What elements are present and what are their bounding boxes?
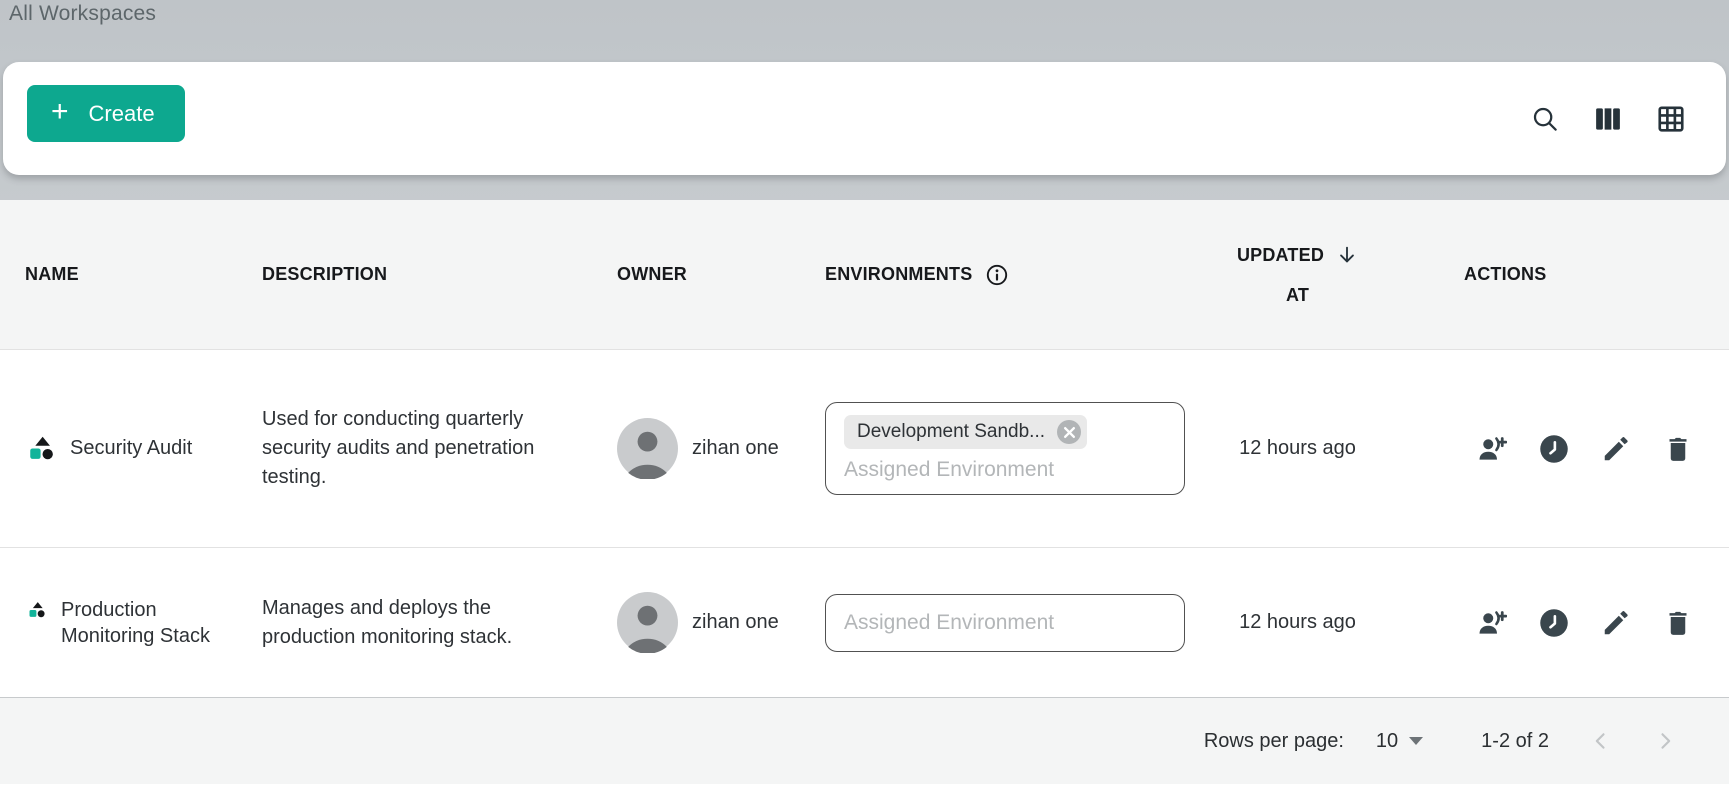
- owner-name: zihan one: [692, 611, 779, 634]
- grid-view-icon[interactable]: [1656, 104, 1686, 134]
- add-user-icon[interactable]: [1477, 434, 1507, 464]
- rows-per-page-select[interactable]: 10: [1376, 730, 1423, 753]
- info-icon[interactable]: [985, 263, 1009, 287]
- column-header-name[interactable]: NAME: [0, 264, 262, 285]
- column-header-updated-at[interactable]: UPDATED AT: [1237, 235, 1358, 315]
- table-row: Production Monitoring Stack Manages and …: [0, 548, 1729, 698]
- previous-page-icon[interactable]: [1591, 731, 1611, 751]
- environment-placeholder: Assigned Environment: [844, 611, 1054, 635]
- toolbar-card: + Create: [3, 62, 1726, 175]
- rows-per-page-value: 10: [1376, 730, 1398, 753]
- environment-placeholder: Assigned Environment: [844, 458, 1166, 482]
- pager-controls: [1591, 731, 1675, 751]
- assigned-environment-select[interactable]: Development Sandb... Assigned Environmen…: [825, 402, 1185, 495]
- actions-cell: [1405, 608, 1729, 638]
- environments-cell: Assigned Environment: [825, 594, 1190, 652]
- rows-per-page-label: Rows per page:: [1204, 730, 1344, 753]
- owner-avatar: [617, 592, 678, 653]
- page-title: All Workspaces: [9, 2, 156, 26]
- history-icon[interactable]: [1539, 434, 1569, 464]
- column-header-environments[interactable]: ENVIRONMENTS: [825, 263, 1190, 287]
- create-button-label: Create: [89, 101, 155, 127]
- edit-icon[interactable]: [1601, 608, 1631, 638]
- workspace-logo-icon: [28, 435, 55, 462]
- plus-icon: +: [51, 97, 69, 127]
- workspace-description: Used for conducting quarterly security a…: [262, 405, 552, 492]
- column-header-description[interactable]: DESCRIPTION: [262, 264, 617, 285]
- workspace-logo-icon: [28, 601, 46, 619]
- environments-cell: Development Sandb... Assigned Environmen…: [825, 402, 1190, 495]
- actions-cell: [1405, 434, 1729, 464]
- owner-name: zihan one: [692, 437, 779, 460]
- columns-view-icon[interactable]: [1593, 104, 1623, 134]
- updated-header-line1: UPDATED: [1237, 235, 1324, 275]
- environments-header-label: ENVIRONMENTS: [825, 264, 972, 285]
- updated-at-value: 12 hours ago: [1239, 611, 1356, 634]
- owner-cell: zihan one: [617, 418, 825, 479]
- workspace-name-cell: Production Monitoring Stack: [0, 597, 262, 649]
- delete-icon[interactable]: [1663, 434, 1693, 464]
- updated-at-value: 12 hours ago: [1239, 437, 1356, 460]
- column-header-actions: ACTIONS: [1405, 264, 1729, 285]
- edit-icon[interactable]: [1601, 434, 1631, 464]
- updated-header-line2: AT: [1286, 275, 1309, 315]
- chip-remove-icon[interactable]: [1057, 420, 1081, 444]
- column-header-owner[interactable]: OWNER: [617, 264, 825, 285]
- table-header-row: NAME DESCRIPTION OWNER ENVIRONMENTS UPDA…: [0, 200, 1729, 350]
- workspaces-table: NAME DESCRIPTION OWNER ENVIRONMENTS UPDA…: [0, 200, 1729, 786]
- workspace-name: Security Audit: [70, 435, 192, 461]
- next-page-icon[interactable]: [1655, 731, 1675, 751]
- owner-cell: zihan one: [617, 592, 825, 653]
- table-row: Security Audit Used for conducting quart…: [0, 350, 1729, 548]
- sort-desc-arrow-icon[interactable]: [1336, 243, 1358, 267]
- history-icon[interactable]: [1539, 608, 1569, 638]
- pagination-bar: Rows per page: 10 1-2 of 2: [0, 697, 1729, 784]
- chevron-down-icon: [1409, 737, 1423, 745]
- assigned-environment-select[interactable]: Assigned Environment: [825, 594, 1185, 652]
- add-user-icon[interactable]: [1477, 608, 1507, 638]
- workspace-name-cell: Security Audit: [0, 435, 262, 462]
- search-icon[interactable]: [1530, 104, 1560, 134]
- environment-chip-label: Development Sandb...: [857, 421, 1045, 443]
- toolbar-icon-group: [1530, 62, 1686, 175]
- workspace-name: Production Monitoring Stack: [61, 597, 219, 649]
- pagination-range: 1-2 of 2: [1481, 730, 1549, 753]
- create-button[interactable]: + Create: [27, 85, 185, 142]
- environment-chip[interactable]: Development Sandb...: [844, 415, 1087, 449]
- workspace-description: Manages and deploys the production monit…: [262, 594, 552, 652]
- delete-icon[interactable]: [1663, 608, 1693, 638]
- owner-avatar: [617, 418, 678, 479]
